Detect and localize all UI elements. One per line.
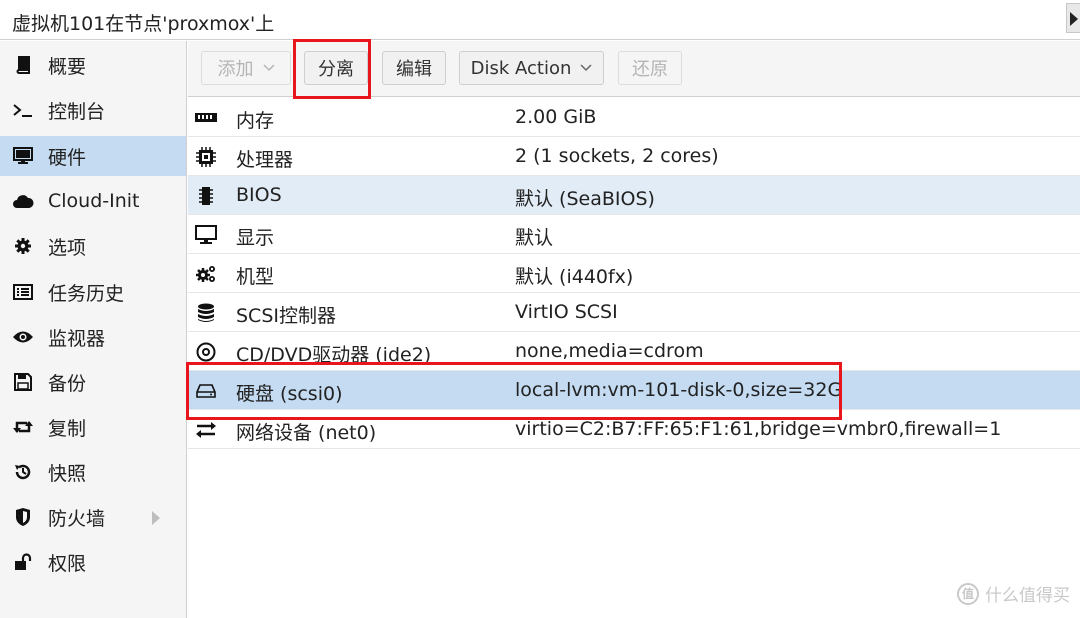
- cdrom-icon: [194, 341, 218, 363]
- table-row[interactable]: CD/DVD驱动器 (ide2) none,media=cdrom: [188, 332, 1080, 371]
- chevron-down-icon: [580, 64, 592, 72]
- disk-action-button[interactable]: Disk Action: [459, 51, 604, 85]
- sidebar-item-permissions[interactable]: 权限: [0, 542, 186, 582]
- list-icon: [12, 281, 34, 303]
- sidebar-item-console[interactable]: 控制台: [0, 90, 186, 130]
- cloud-icon: [12, 190, 34, 212]
- sidebar-item-monitor[interactable]: 监视器: [0, 317, 186, 357]
- history-icon: [12, 461, 34, 483]
- eye-icon: [12, 326, 34, 348]
- gear-icon: [12, 235, 34, 257]
- sidebar-item-label: 备份: [48, 372, 87, 395]
- window-titlebar: 虚拟机101在节点'proxmox'上: [0, 0, 1080, 40]
- sidebar-item-label: 选项: [48, 236, 87, 259]
- floppy-icon: [12, 371, 34, 393]
- hdd-icon: [194, 380, 218, 402]
- table-row[interactable]: SCSI控制器 VirtIO SCSI: [188, 293, 1080, 332]
- sidebar-item-label: 任务历史: [48, 282, 125, 305]
- table-row[interactable]: 处理器 2 (1 sockets, 2 cores): [188, 137, 1080, 176]
- sidebar-item-label: 硬件: [48, 146, 87, 169]
- sidebar-item-label: 防火墙: [48, 507, 106, 530]
- sidebar-item-snapshots[interactable]: 快照: [0, 452, 186, 492]
- collapse-button[interactable]: [1066, 3, 1080, 33]
- table-row[interactable]: 网络设备 (net0) virtio=C2:B7:FF:65:F1:61,bri…: [188, 410, 1080, 449]
- sidebar-item-label: 概要: [48, 55, 87, 78]
- table-row[interactable]: 显示 默认: [188, 215, 1080, 254]
- watermark: 值 什么值得买: [957, 581, 1070, 606]
- sidebar-item-label: 快照: [48, 462, 87, 485]
- chevron-down-icon: [262, 64, 275, 72]
- toolbar: 添加 分离 编辑 Disk Action 还原: [188, 41, 1080, 97]
- shield-icon: [12, 506, 34, 528]
- table-row[interactable]: 机型 默认 (i440fx): [188, 254, 1080, 293]
- window-title: 虚拟机101在节点'proxmox'上: [12, 13, 275, 35]
- sidebar: 概要 控制台 硬件 Cloud-Init 选项 任务历史 监视器 备份 复制 快…: [0, 41, 187, 618]
- sidebar-item-options[interactable]: 选项: [0, 226, 186, 266]
- retweet-icon: [12, 416, 34, 438]
- database-icon: [194, 302, 218, 324]
- book-icon: [12, 54, 34, 76]
- sidebar-item-label: 监视器: [48, 327, 106, 350]
- sidebar-item-label: Cloud-Init: [48, 190, 140, 212]
- sidebar-item-summary[interactable]: 概要: [0, 45, 186, 85]
- revert-button[interactable]: 还原: [618, 51, 682, 85]
- sidebar-item-label: 控制台: [48, 100, 106, 123]
- sidebar-item-task-history[interactable]: 任务历史: [0, 272, 186, 312]
- sidebar-item-firewall[interactable]: 防火墙: [0, 497, 186, 537]
- triangle-right-icon: [1070, 12, 1078, 26]
- chip-icon: [194, 185, 218, 207]
- desktop-icon: [194, 224, 218, 246]
- add-button[interactable]: 添加: [201, 51, 291, 85]
- detach-button[interactable]: 分离: [304, 51, 368, 85]
- cogs-icon: [194, 263, 218, 285]
- table-row[interactable]: 硬盘 (scsi0) local-lvm:vm-101-disk-0,size=…: [188, 371, 1080, 410]
- monitor-icon: [12, 145, 34, 167]
- chevron-right-icon[interactable]: [152, 510, 160, 529]
- table-row[interactable]: 内存 2.00 GiB: [188, 98, 1080, 137]
- unlock-icon: [12, 551, 34, 573]
- sidebar-item-backup[interactable]: 备份: [0, 362, 186, 402]
- edit-button[interactable]: 编辑: [382, 51, 446, 85]
- table-row[interactable]: BIOS 默认 (SeaBIOS): [188, 176, 1080, 215]
- watermark-logo-icon: 值: [957, 582, 979, 605]
- sidebar-item-label: 权限: [48, 552, 87, 575]
- exchange-icon: [194, 419, 218, 441]
- cpu-icon: [194, 146, 218, 168]
- sidebar-item-replication[interactable]: 复制: [0, 407, 186, 447]
- sidebar-item-cloud-init[interactable]: Cloud-Init: [0, 181, 186, 221]
- sidebar-item-hardware[interactable]: 硬件: [0, 136, 186, 176]
- terminal-icon: [12, 99, 34, 121]
- memory-icon: [194, 107, 218, 129]
- sidebar-item-label: 复制: [48, 417, 87, 440]
